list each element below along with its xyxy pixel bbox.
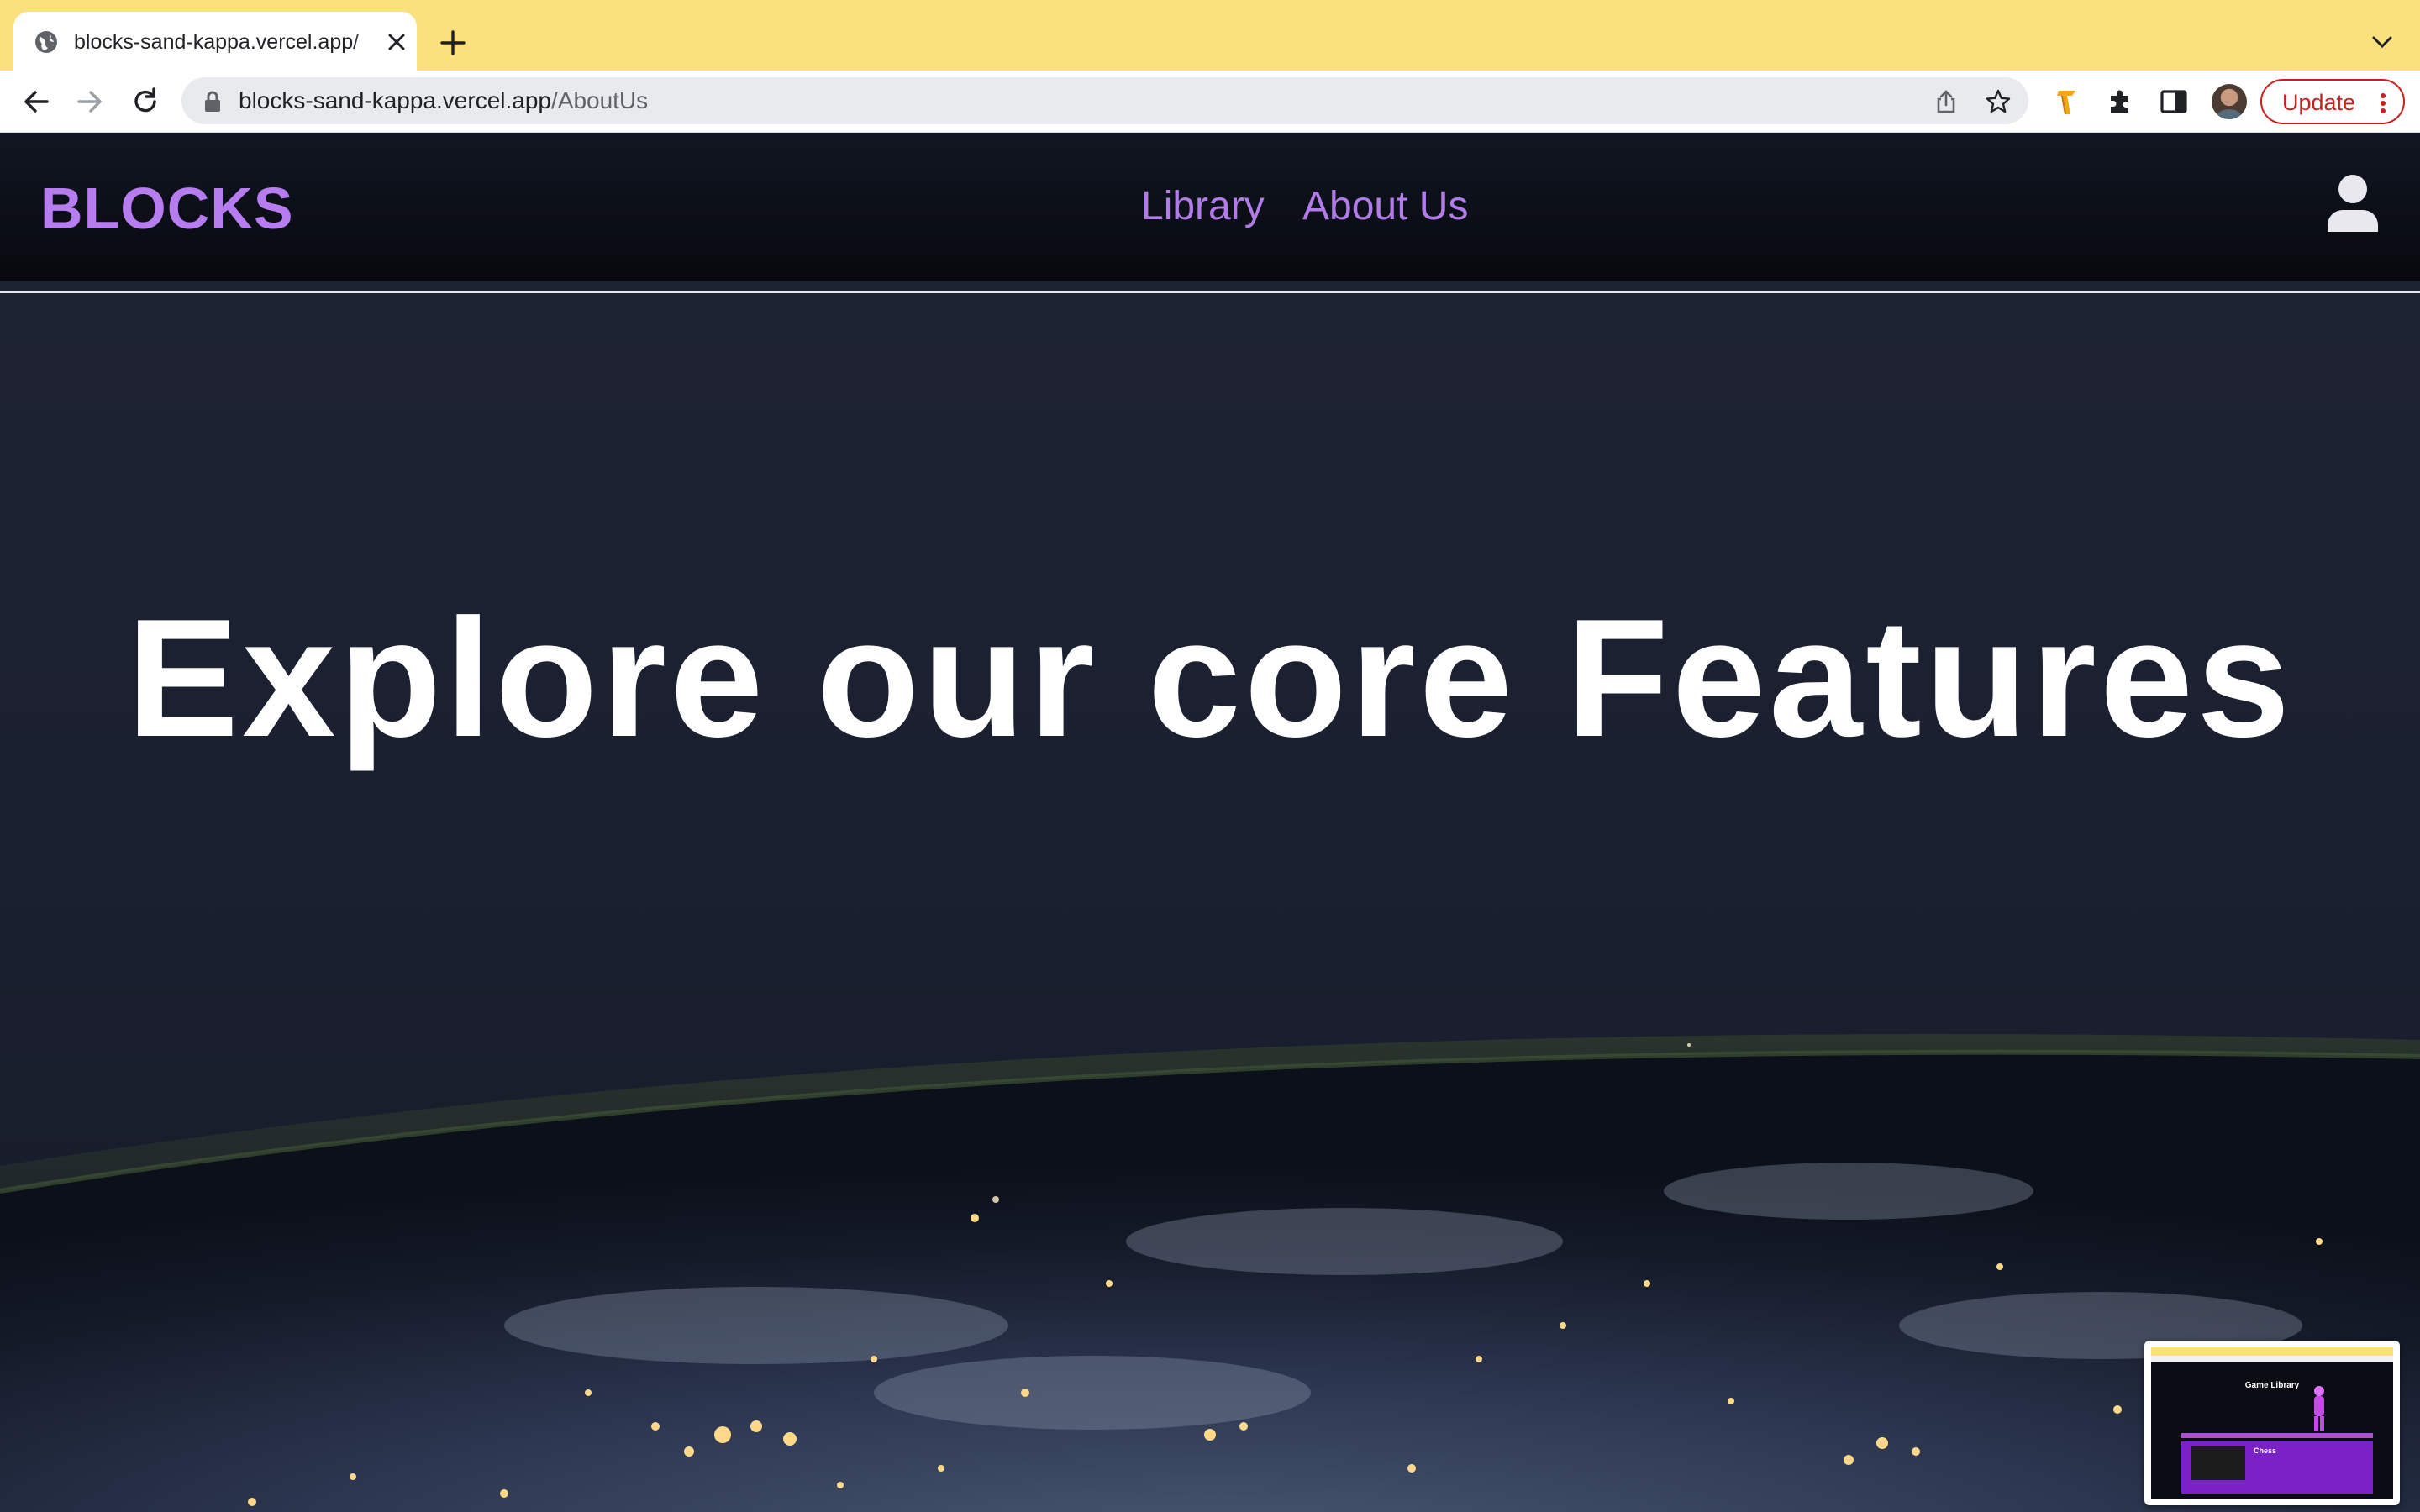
update-label: Update <box>2282 90 2356 115</box>
nav-link-library[interactable]: Library <box>1141 181 1265 232</box>
forward-arrow-icon[interactable] <box>74 86 106 118</box>
hero-title: Explore our core Features <box>126 585 2294 772</box>
url-host: blocks-sand-kappa.vercel.app <box>239 87 551 113</box>
share-icon[interactable] <box>1933 88 1960 115</box>
url-path: /AboutUs <box>550 87 649 113</box>
tab-title: blocks-sand-kappa.vercel.app/ <box>74 30 360 54</box>
site-header: BLOCKS Library About Us <box>0 133 2420 281</box>
globe-icon <box>35 31 57 53</box>
star-icon[interactable] <box>1985 88 2012 115</box>
pip-screen: Game Library Chess <box>2151 1347 2393 1499</box>
tab-strip: blocks-sand-kappa.vercel.app/ <box>0 0 2420 71</box>
pip-card-title: Chess <box>2254 1446 2277 1455</box>
site-logo[interactable]: BLOCKS <box>40 175 294 242</box>
plus-icon[interactable] <box>439 29 467 57</box>
browser-tab[interactable]: blocks-sand-kappa.vercel.app/ <box>13 12 417 71</box>
pip-tabstrip <box>2151 1347 2393 1356</box>
url-text[interactable]: blocks-sand-kappa.vercel.app/AboutUs <box>239 87 648 115</box>
back-arrow-icon[interactable] <box>20 86 52 118</box>
page: BLOCKS Library About Us Explore our core… <box>0 133 2420 1512</box>
key-extension-icon[interactable] <box>2052 86 2084 118</box>
picture-in-picture-thumbnail[interactable]: Game Library Chess <box>2144 1341 2400 1505</box>
close-icon[interactable] <box>387 32 407 52</box>
pip-toolbar <box>2151 1356 2393 1362</box>
browser-toolbar: blocks-sand-kappa.vercel.app/AboutUs Upd… <box>0 71 2420 133</box>
pip-search-bar <box>2181 1433 2373 1438</box>
more-vert-icon[interactable] <box>2380 92 2386 114</box>
pip-game-thumbnail <box>2191 1446 2245 1480</box>
earth-at-night-image <box>0 1034 2420 1512</box>
puzzle-extension-icon[interactable] <box>2104 86 2136 118</box>
pip-title: Game Library <box>2244 1381 2300 1390</box>
update-button[interactable]: Update <box>2260 79 2405 124</box>
address-bar[interactable]: blocks-sand-kappa.vercel.app/AboutUs <box>182 77 2028 124</box>
profile-avatar[interactable] <box>2212 84 2247 119</box>
side-panel-icon[interactable] <box>2158 86 2190 118</box>
user-icon[interactable] <box>2326 173 2380 232</box>
astronaut-figure-icon <box>2314 1386 2324 1431</box>
lock-icon[interactable] <box>203 91 222 113</box>
chevron-down-icon[interactable] <box>2370 32 2395 52</box>
tab-title-fade <box>353 20 381 62</box>
reload-icon[interactable] <box>129 86 161 118</box>
header-divider <box>0 291 2420 293</box>
nav-link-about-us[interactable]: About Us <box>1302 181 1468 232</box>
